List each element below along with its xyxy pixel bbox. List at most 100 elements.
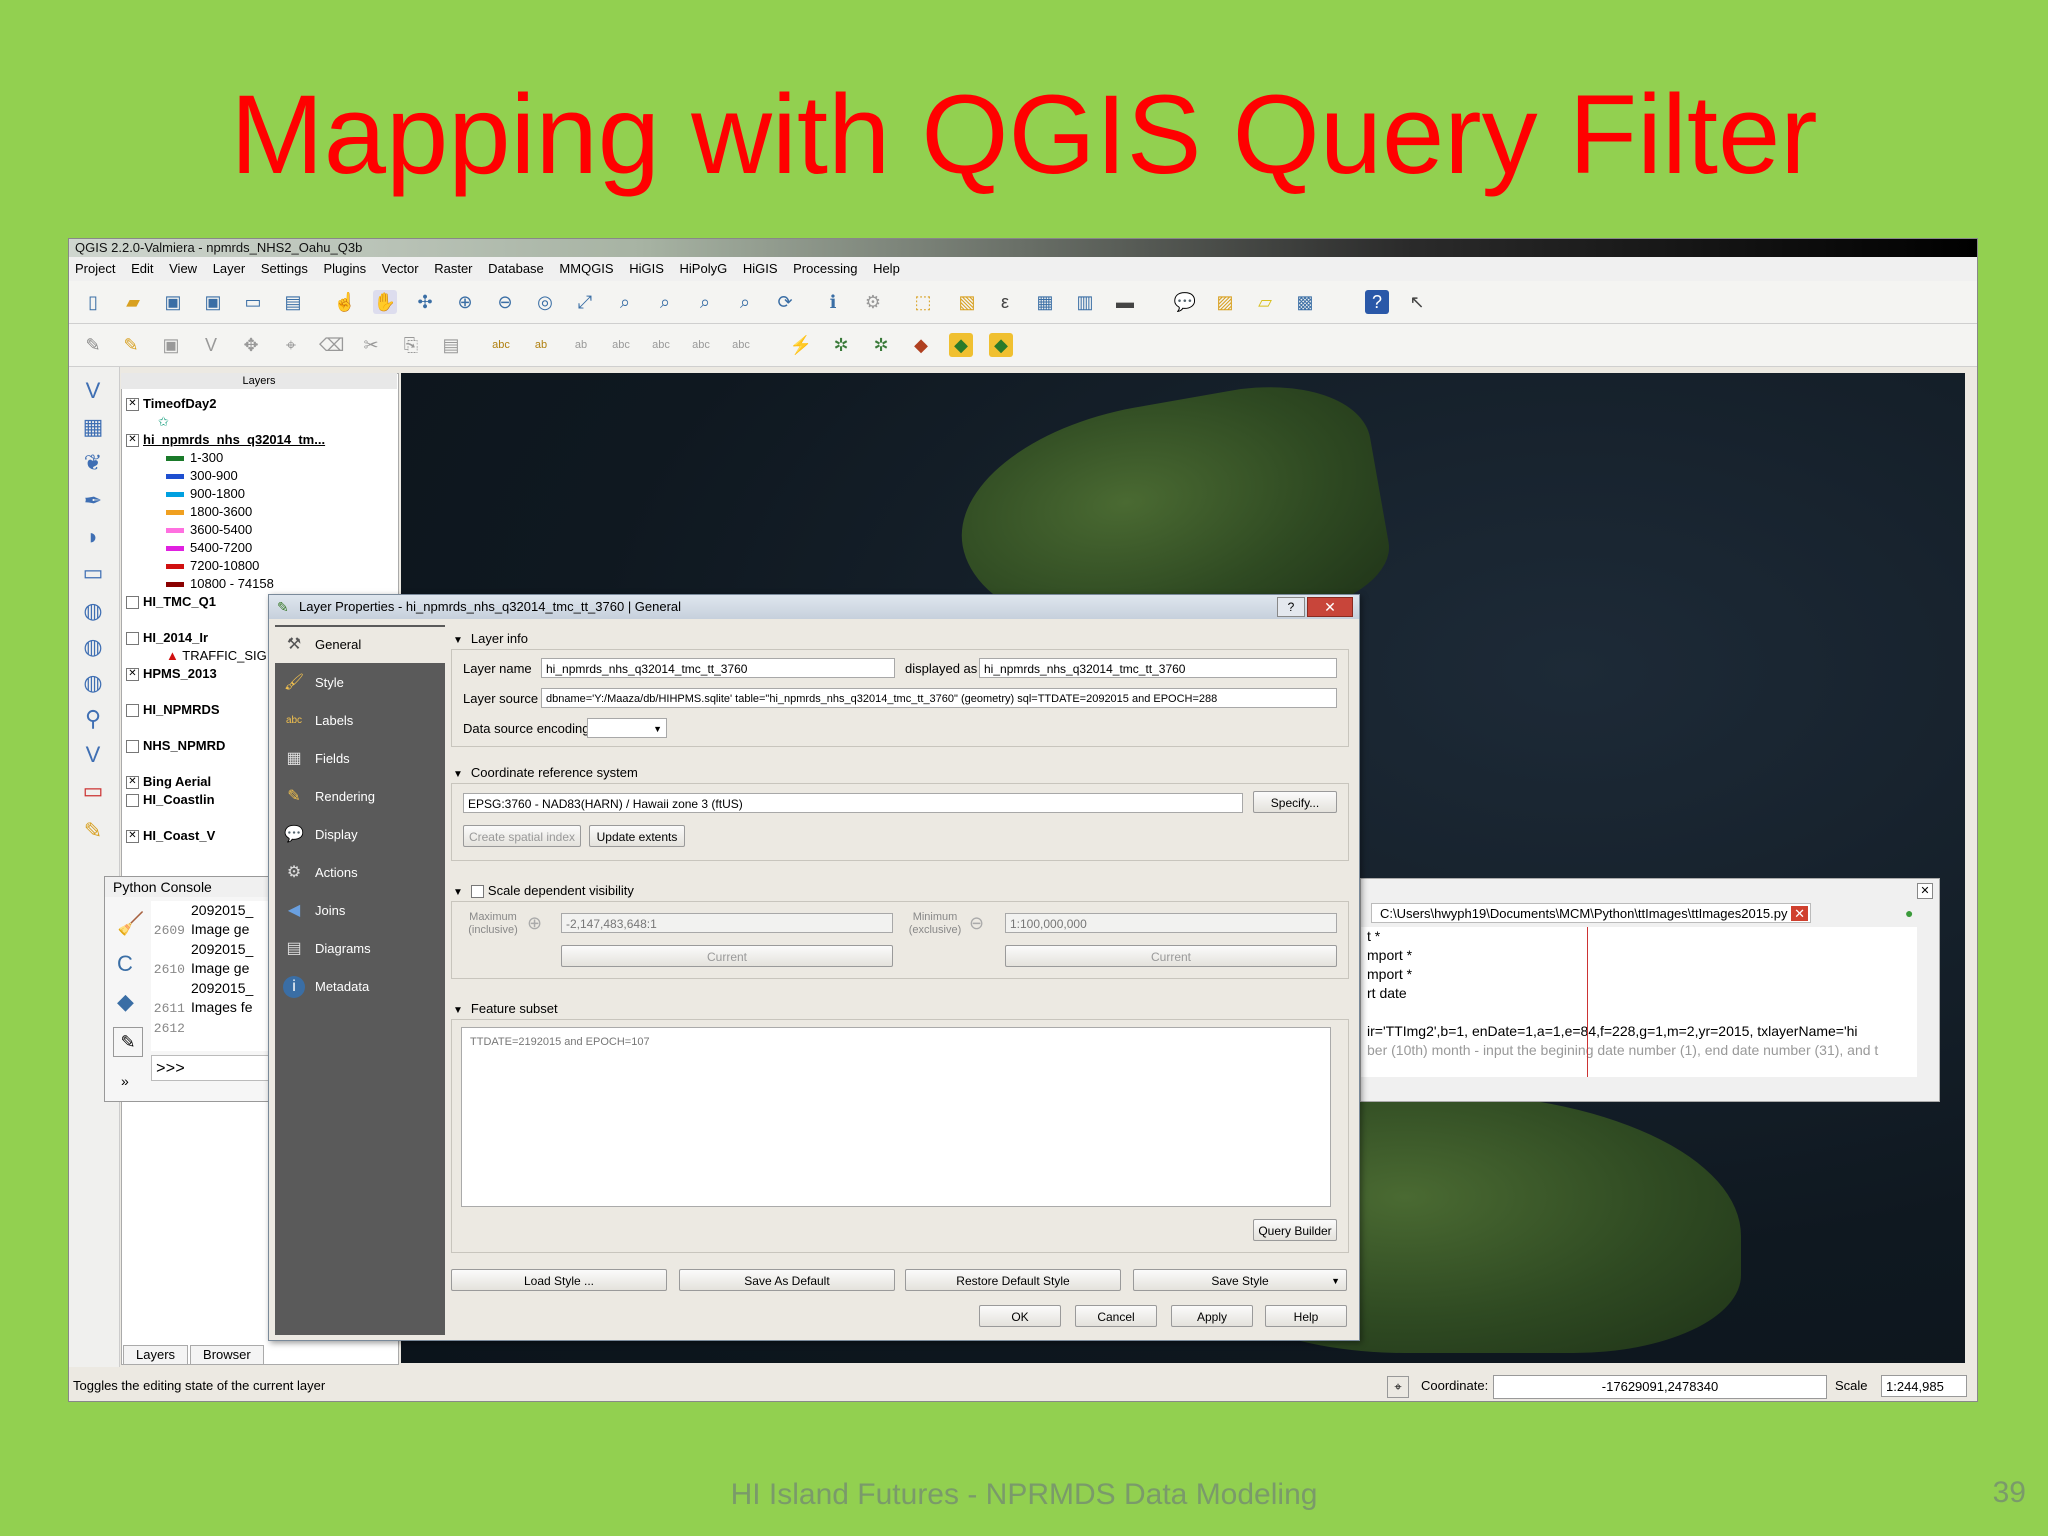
layer-row[interactable]: ✕ HPMS_2013 [126, 666, 217, 682]
plugin-saw-icon[interactable]: ◆ [909, 333, 933, 357]
layer-row[interactable]: ✕ TimeofDay2 [126, 396, 216, 412]
new-shapefile-icon[interactable]: V [79, 741, 107, 769]
annotation-icon[interactable]: 💬 [1173, 290, 1197, 314]
expand-icon[interactable]: » [121, 1073, 129, 1089]
update-extents-button[interactable]: Update extents [589, 825, 685, 847]
feature-subset-heading[interactable]: ▼ Feature subset [453, 1001, 558, 1016]
scale-heading[interactable]: ▼ Scale dependent visibility [453, 883, 634, 899]
editor-code[interactable]: t * mport * mport * rt date ir='TTImg2',… [1361, 927, 1917, 1077]
crs-heading[interactable]: ▼ Coordinate reference system [453, 765, 638, 780]
plugin-hawaii-2-icon[interactable]: ◆ [989, 333, 1013, 357]
zoom-actual-icon[interactable]: ◎ [533, 290, 557, 314]
close-tab-icon[interactable]: ✕ [1791, 906, 1809, 921]
scale-field[interactable]: 1:244,985 [1881, 1375, 1967, 1397]
feature-subset-textarea[interactable]: TTDATE=2192015 and EPOCH=107 [461, 1027, 1331, 1207]
menu-database[interactable]: Database [488, 257, 544, 281]
roadgraph-icon[interactable]: ⚡ [789, 333, 813, 357]
save-project-icon[interactable]: ▣ [161, 290, 185, 314]
edit-pencil-icon[interactable]: ✎ [81, 333, 105, 357]
select-features-icon[interactable]: ⬚ [911, 290, 935, 314]
add-wcs-layer-icon[interactable]: ◍ [79, 633, 107, 661]
tab-layers[interactable]: Layers [123, 1345, 189, 1365]
ok-button[interactable]: OK [979, 1305, 1061, 1327]
layer-info-heading[interactable]: ▼ Layer info [453, 631, 528, 646]
measure-icon[interactable]: ▬ [1113, 290, 1137, 314]
save-as-default-button[interactable]: Save As Default [679, 1269, 895, 1291]
whats-this-icon[interactable]: ↖ [1405, 290, 1429, 314]
menu-higis-2[interactable]: HiGIS [743, 257, 778, 281]
editor-tab[interactable]: C:\Users\hwyph19\Documents\MCM\Python\tt… [1371, 903, 1811, 923]
menu-layer[interactable]: Layer [213, 257, 246, 281]
label-diagram-icon[interactable]: ab [529, 333, 553, 357]
current-min-button[interactable]: Current [1005, 945, 1337, 967]
layer-row[interactable]: HI_Coastlin [126, 792, 215, 808]
menu-mmqgis[interactable]: MMQGIS [559, 257, 613, 281]
touch-zoom-icon[interactable]: ☝ [333, 290, 357, 314]
add-delimited-layer-icon[interactable]: ⚲ [79, 705, 107, 733]
deselect-icon[interactable]: ▧ [955, 290, 979, 314]
zoom-selection-icon[interactable]: ⌕ [613, 290, 637, 314]
nav-joins[interactable]: ◀ Joins [275, 893, 445, 929]
add-postgis-layer-icon[interactable]: ❦ [79, 449, 107, 477]
add-wms-layer-icon[interactable]: ◍ [79, 597, 107, 625]
scale-visibility-checkbox[interactable] [470, 885, 484, 899]
nav-display[interactable]: 💬 Display [275, 817, 445, 853]
move-label-icon[interactable]: abc [649, 333, 673, 357]
zoom-next-icon[interactable]: ⌕ [733, 290, 757, 314]
toggle-editing-icon[interactable]: ✎ [119, 333, 143, 357]
map-tips-icon[interactable]: ⚙ [861, 290, 885, 314]
nav-general[interactable]: ⚒ General [275, 627, 445, 663]
restore-default-style-button[interactable]: Restore Default Style [905, 1269, 1121, 1291]
dialog-close-button[interactable]: ✕ [1307, 597, 1353, 617]
pan-to-selection-icon[interactable]: ✣ [413, 290, 437, 314]
load-style-button[interactable]: Load Style ... [451, 1269, 667, 1291]
nav-metadata[interactable]: i Metadata [275, 969, 445, 1005]
import-class-icon[interactable]: C [117, 951, 133, 977]
coordinate-toggle-icon[interactable]: ⌖ [1387, 1376, 1409, 1398]
layer-name-field[interactable]: hi_npmrds_nhs_q32014_tmc_tt_3760 [541, 658, 895, 678]
attribute-table-icon[interactable]: ▦ [1033, 290, 1057, 314]
tab-browser[interactable]: Browser [190, 1345, 264, 1365]
show-hide-labels-icon[interactable]: abc [609, 333, 633, 357]
menu-view[interactable]: View [169, 257, 197, 281]
menu-help[interactable]: Help [873, 257, 900, 281]
refresh-icon[interactable]: ⟳ [773, 290, 797, 314]
layer-source-field[interactable]: dbname='Y:/Maaza/db/HIHPMS.sqlite' table… [541, 688, 1337, 708]
encoding-select[interactable]: ▼ [587, 718, 667, 738]
nav-actions[interactable]: ⚙ Actions [275, 855, 445, 891]
layer-row[interactable]: HI_2014_Ir [126, 630, 208, 646]
add-mssql-layer-icon[interactable]: ◗ [79, 523, 107, 551]
menu-settings[interactable]: Settings [261, 257, 308, 281]
plugin-hawaii-icon[interactable]: ◆ [949, 333, 973, 357]
composer-manager-icon[interactable]: ▤ [281, 290, 305, 314]
menu-hipolyg[interactable]: HiPolyG [680, 257, 728, 281]
open-project-icon[interactable]: ▰ [121, 290, 145, 314]
layer-row[interactable]: ✕ HI_Coast_V [126, 828, 215, 844]
menu-plugins[interactable]: Plugins [323, 257, 366, 281]
coordinate-field[interactable]: -17629091,2478340 [1493, 1375, 1827, 1399]
nav-fields[interactable]: ▦ Fields [275, 741, 445, 777]
zoom-full-icon[interactable]: ⤢ [573, 290, 597, 314]
python-editor-icon[interactable]: ✎ [79, 817, 107, 845]
cut-icon[interactable]: ✂ [359, 333, 383, 357]
layer-row[interactable]: NHS_NPMRD [126, 738, 225, 754]
layer-row[interactable]: ✕ hi_npmrds_nhs_q32014_tm... [126, 432, 325, 448]
query-builder-button[interactable]: Query Builder [1253, 1219, 1337, 1241]
specify-button[interactable]: Specify... [1253, 791, 1337, 813]
menu-processing[interactable]: Processing [793, 257, 857, 281]
pin-labels-icon[interactable]: ab [569, 333, 593, 357]
label-icon[interactable]: abc [489, 333, 513, 357]
remove-layer-icon[interactable]: ▭ [79, 777, 107, 805]
change-label-icon[interactable]: abc [729, 333, 753, 357]
show-bookmarks-icon[interactable]: ▱ [1253, 290, 1277, 314]
new-bookmark-icon[interactable]: ▨ [1213, 290, 1237, 314]
run-script-icon[interactable]: ● [1905, 905, 1913, 921]
save-edits-icon[interactable]: ▣ [159, 333, 183, 357]
rotate-label-icon[interactable]: abc [689, 333, 713, 357]
zoom-out-icon[interactable]: ⊖ [493, 290, 517, 314]
show-editor-icon[interactable]: ✎ [113, 1027, 143, 1057]
apply-button[interactable]: Apply [1171, 1305, 1253, 1327]
add-vector-layer-icon[interactable]: V [79, 377, 107, 405]
move-feature-icon[interactable]: ✥ [239, 333, 263, 357]
current-max-button[interactable]: Current [561, 945, 893, 967]
